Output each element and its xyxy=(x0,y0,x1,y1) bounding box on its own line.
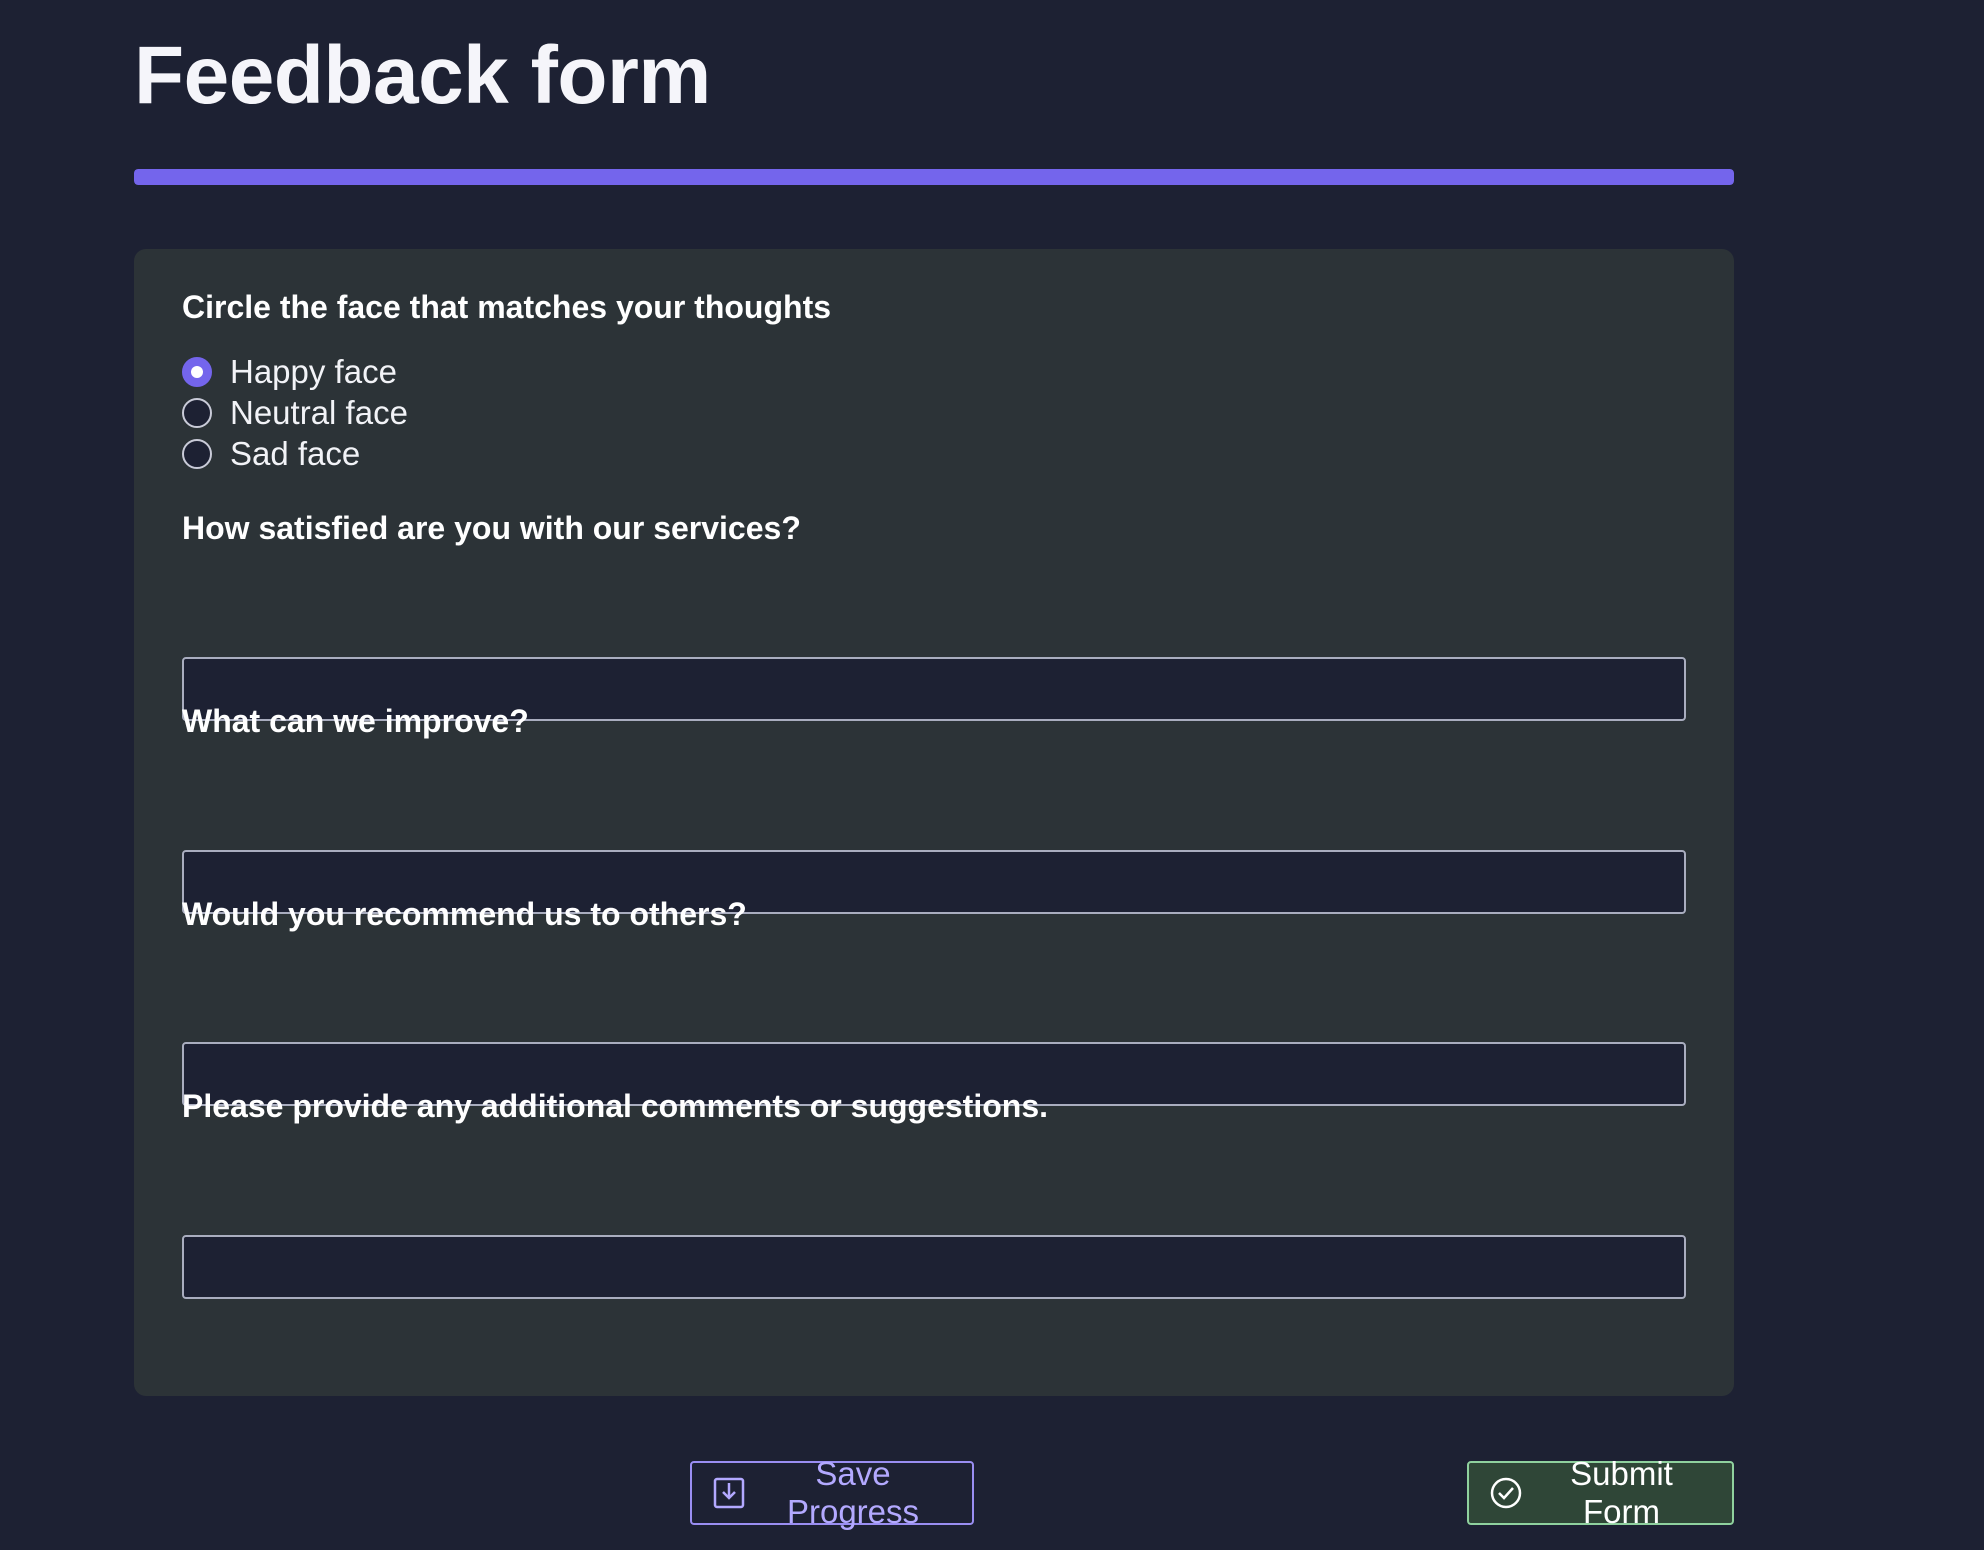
satisfaction-question-label: How satisfied are you with our services? xyxy=(182,510,801,546)
radio-button[interactable] xyxy=(182,398,212,428)
submit-form-button[interactable]: Submit Form xyxy=(1467,1455,1734,1530)
comments-question-label: Please provide any additional comments o… xyxy=(182,1088,1048,1124)
page-title: Feedback form xyxy=(134,30,711,121)
radio-button[interactable] xyxy=(182,439,212,469)
progress-bar-fill xyxy=(134,169,1734,185)
feedback-form-card: Circle the face that matches your though… xyxy=(134,249,1734,1396)
radio-option-label: Sad face xyxy=(230,435,361,472)
save-progress-label: Save Progress xyxy=(786,1455,920,1530)
recommend-question-label: Would you recommend us to others? xyxy=(182,896,747,932)
radio-button-selected[interactable] xyxy=(182,357,212,387)
checkmark-circle-icon xyxy=(1489,1476,1523,1510)
radio-option-label: Neutral face xyxy=(230,394,408,431)
save-progress-button[interactable]: Save Progress xyxy=(690,1455,974,1530)
download-icon xyxy=(712,1476,746,1510)
radio-dot xyxy=(191,366,203,378)
comments-input[interactable] xyxy=(182,1235,1686,1299)
radio-option-label: Happy face xyxy=(230,353,397,390)
progress-bar xyxy=(134,169,1734,185)
improve-question-label: What can we improve? xyxy=(182,703,529,739)
submit-form-label: Submit Form xyxy=(1570,1455,1673,1530)
face-question-label: Circle the face that matches your though… xyxy=(182,289,832,325)
radio-option-neutral-face[interactable]: Neutral face xyxy=(182,393,408,433)
radio-option-sad-face[interactable]: Sad face xyxy=(182,434,360,474)
radio-option-happy-face[interactable]: Happy face xyxy=(182,352,397,392)
